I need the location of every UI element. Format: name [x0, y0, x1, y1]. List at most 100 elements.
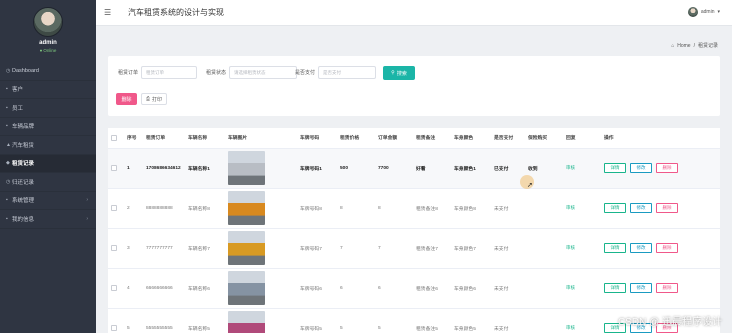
spacer-cell: [267, 148, 299, 189]
cell-price: 6: [339, 268, 377, 309]
row-select-cell: [108, 188, 126, 229]
status-badge: 审核: [566, 205, 575, 210]
detail-button[interactable]: 详情: [604, 163, 626, 173]
cell-idx: 4: [126, 268, 145, 309]
edit-button[interactable]: 修改: [630, 203, 652, 213]
table-row[interactable]: 1 1708686634612 车辆名称1 车牌号码1 500 7700 好看 车身颜色1 已支…: [108, 148, 720, 189]
sidebar-item-label: 我的信息: [12, 216, 35, 223]
sidebar: admin Online ◷Dashboard▪客户▪员工▪车辆品牌▲汽车租赁◆…: [0, 0, 96, 333]
cell-amount: 6: [377, 268, 415, 309]
sidebar-item-label: Dashboard: [12, 67, 39, 74]
detail-button[interactable]: 详情: [604, 243, 626, 253]
actions-cell: 详情 修改 删除: [603, 148, 720, 189]
sidebar-item-5[interactable]: ◆ 租赁记录: [0, 154, 96, 173]
edit-button[interactable]: 修改: [630, 243, 652, 253]
table-row[interactable]: 4 6666666666 车辆名称6 车牌号码6 6 6 租赁备注6 车身颜色6 未支付 审核 详情…: [108, 268, 720, 309]
cell-remark: 租赁备注6: [415, 268, 453, 309]
breadcrumb-current: 租赁记录: [697, 43, 718, 49]
column-header: 租赁订单: [145, 128, 187, 149]
batch-delete-button[interactable]: 删除: [116, 93, 137, 105]
user-menu[interactable]: admin ▾: [687, 7, 720, 17]
sidebar-item-label: 系统管理: [12, 198, 35, 205]
row-checkbox[interactable]: [111, 285, 117, 291]
select-all-checkbox[interactable]: [111, 134, 117, 141]
table-row[interactable]: 2 8888888888 车辆名称8 车牌号码8 8 8 租赁备注8 车身颜色8 未支付 审核 详情…: [108, 188, 720, 229]
status-select[interactable]: 请选择租赁状态: [229, 66, 298, 79]
cell-paid: 未支付: [493, 308, 527, 333]
car-image-cell: [227, 188, 267, 229]
cell-name: 车辆名称1: [187, 148, 227, 189]
online-status: Online: [0, 48, 96, 53]
sidebar-item-6[interactable]: ◷ 归还记录: [0, 173, 96, 192]
menu-toggle-icon[interactable]: ☰: [104, 8, 114, 17]
avatar[interactable]: [33, 7, 63, 37]
delete-button[interactable]: 删除: [656, 203, 678, 213]
sidebar-item-3[interactable]: ▪ 车辆品牌: [0, 118, 96, 136]
status-cell: 审核: [565, 188, 603, 229]
delete-button[interactable]: 删除: [656, 243, 678, 253]
cell-name: 车辆名称7: [187, 228, 227, 269]
cell-paid: 未支付: [493, 268, 527, 309]
row-select-cell: [108, 228, 126, 269]
cell-idx: 5: [126, 308, 145, 333]
car-thumbnail[interactable]: [228, 311, 265, 333]
breadcrumb-home[interactable]: Home: [677, 43, 690, 49]
column-header: 回复: [565, 128, 603, 149]
row-checkbox[interactable]: [111, 325, 117, 331]
chevron-down-icon: ▾: [717, 9, 720, 15]
actions-cell: 详情 修改 删除: [603, 188, 720, 229]
home-icon: ⌂: [671, 42, 675, 49]
cell-color: 车身颜色5: [453, 308, 493, 333]
search-field-status: 租赁状态 请选择租赁状态: [206, 66, 298, 79]
detail-button[interactable]: 详情: [604, 283, 626, 293]
car-thumbnail[interactable]: [228, 231, 265, 265]
breadcrumb-separator: /: [693, 42, 695, 49]
car-thumbnail[interactable]: [228, 151, 265, 185]
row-checkbox[interactable]: [111, 165, 117, 171]
data-table: 序号 租赁订单 车辆名称 车辆图片 车牌号码 租赁价格 订单金额 租赁备注 车身颜色 是否支付 保险…: [108, 128, 720, 333]
row-checkbox[interactable]: [111, 245, 117, 251]
car-thumbnail[interactable]: [228, 191, 265, 225]
profile-name: admin: [39, 40, 57, 46]
cell-amount: 7: [377, 228, 415, 269]
sidebar-item-label: 员工: [12, 105, 24, 112]
table-row[interactable]: 3 7777777777 车辆名称7 车牌号码7 7 7 租赁备注7 车身颜色7 未支付 审核 详情…: [108, 228, 720, 269]
row-select-cell: [108, 148, 126, 189]
search-field-order: 租赁订单 租赁订单: [118, 66, 198, 79]
cell-order: 7777777777: [145, 228, 187, 269]
print-button[interactable]: ⎙ 打印: [141, 93, 167, 105]
cell-order: 1708686634612: [145, 148, 187, 189]
status-cell: 审核: [565, 308, 603, 333]
cell-price: 7: [339, 228, 377, 269]
cell-remark: 租赁备注5: [415, 308, 453, 333]
delete-button[interactable]: 删除: [656, 163, 678, 173]
cell-insurance: [527, 268, 565, 309]
car-thumbnail[interactable]: [228, 271, 265, 305]
sidebar-menu: ◷ Dashboard ▪ 客户 ▪ 员工 ▪ 车辆品牌 ▲ 汽车租赁 ◆ 租赁记录 ◷ 归还记录 ▪ 系统管…: [0, 62, 96, 229]
sidebar-item-8[interactable]: ▪ 我的信息 ›: [0, 210, 96, 229]
status-badge: 审核: [566, 325, 575, 330]
detail-button[interactable]: 详情: [604, 203, 626, 213]
delete-button[interactable]: 删除: [656, 283, 678, 293]
search-icon: ⚲: [391, 70, 395, 76]
data-table-panel: 序号 租赁订单 车辆名称 车辆图片 车牌号码 租赁价格 订单金额 租赁备注 车身颜色 是否支付 保险…: [108, 128, 720, 333]
search-button[interactable]: ⚲ 搜索: [383, 66, 415, 80]
order-input[interactable]: 租赁订单: [141, 66, 198, 79]
sidebar-item-7[interactable]: ▪ 系统管理 ›: [0, 192, 96, 210]
edit-button[interactable]: 修改: [630, 163, 652, 173]
username: admin: [700, 9, 715, 15]
sidebar-item-2[interactable]: ▪ 员工: [0, 99, 96, 118]
paid-select[interactable]: 是否支付: [318, 66, 377, 79]
column-header: 保险购买: [527, 128, 565, 149]
column-header: 序号: [126, 128, 145, 149]
sidebar-item-0[interactable]: ◷ Dashboard: [0, 62, 96, 81]
edit-button[interactable]: 修改: [630, 283, 652, 293]
sidebar-item-1[interactable]: ▪ 客户: [0, 81, 96, 99]
cell-plate: 车牌号码5: [299, 308, 339, 333]
search-field-paid: 是否支付 是否支付: [295, 66, 377, 79]
sidebar-item-4[interactable]: ▲ 汽车租赁: [0, 136, 96, 155]
table-body: 1 1708686634612 车辆名称1 车牌号码1 500 7700 好看 车身颜色1 已支…: [108, 148, 720, 333]
row-checkbox[interactable]: [111, 205, 117, 211]
spacer-cell: [267, 268, 299, 309]
user-avatar: [687, 7, 698, 17]
